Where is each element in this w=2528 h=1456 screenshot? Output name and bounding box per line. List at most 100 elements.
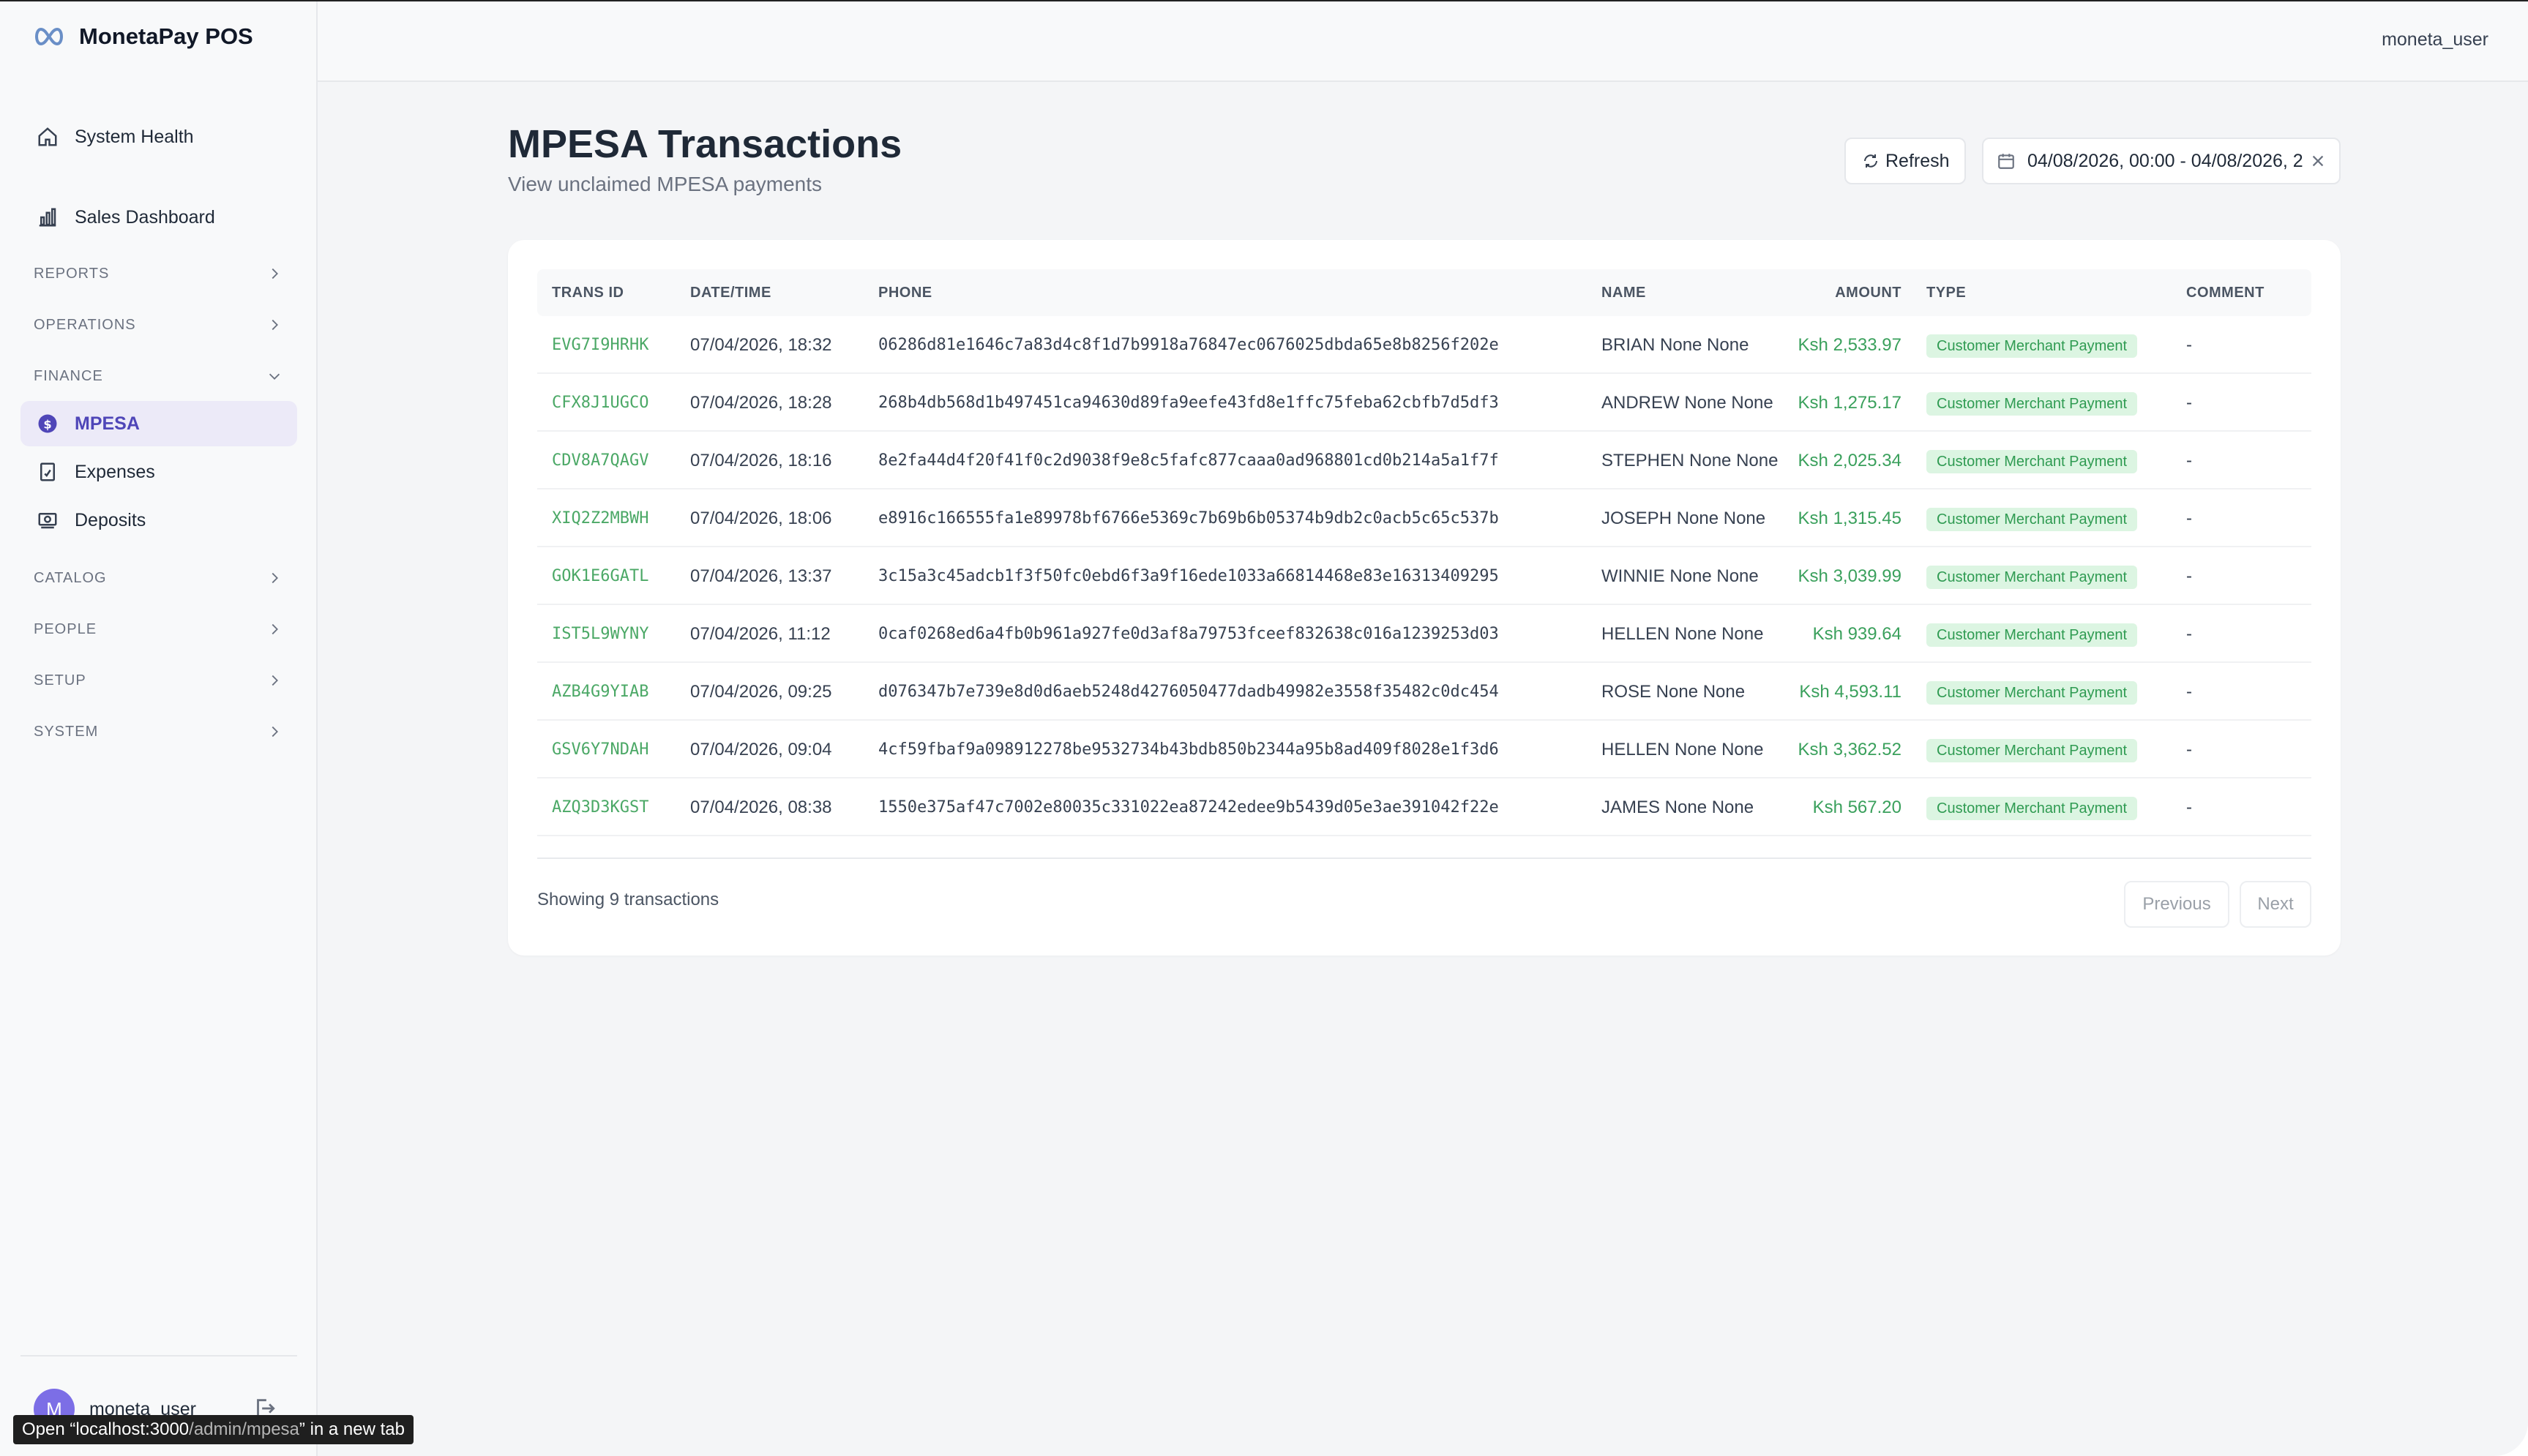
type-cell: Customer Merchant Payment [1926, 316, 2138, 374]
date-range-value: 04/08/2026, 00:00 - 04/08/2026, 23:59 [2027, 150, 2303, 171]
trans-id-cell[interactable]: GOK1E6GATL [552, 547, 648, 605]
sidebar-section-system[interactable]: SYSTEM [34, 717, 283, 746]
status-badge: Customer Merchant Payment [1926, 565, 2138, 589]
datetime-cell: 07/04/2026, 09:04 [690, 740, 832, 759]
table-row[interactable]: CFX8J1UGCO 07/04/2026, 18:28 268b4db568d1b… [537, 374, 2311, 432]
table-row[interactable]: AZB4G9YIAB 07/04/2026, 09:25 d076347b7e739… [537, 663, 2311, 721]
column-header[interactable]: AMOUNT [1828, 269, 1901, 316]
trans-id-cell[interactable]: CDV8A7QAGV [552, 432, 648, 489]
chevron-right-icon [272, 675, 278, 686]
comment-cell: - [2186, 740, 2192, 759]
chevron-right-icon [272, 623, 278, 635]
refresh-button[interactable]: Refresh [1844, 138, 1966, 184]
amount-cell: Ksh 4,593.11 [1799, 682, 1901, 702]
calendar-icon [1998, 154, 2014, 169]
column-header[interactable]: TYPE [1926, 269, 1966, 316]
brand[interactable]: MonetaPay POS [32, 23, 253, 50]
next-page-button[interactable]: Next [2240, 881, 2311, 928]
column-header[interactable]: PHONE [878, 269, 932, 316]
trans-id-cell[interactable]: EVG7I9HRHK [552, 316, 648, 374]
sidebar-item-expenses[interactable]: Expenses [20, 449, 297, 495]
datetime-cell: 07/04/2026, 13:37 [690, 566, 832, 586]
phone-cell: 1550e375af47c7002e80035c331022ea87242ede… [878, 798, 1499, 817]
amount-cell: Ksh 2,025.34 [1798, 451, 1901, 470]
datetime-cell: 07/04/2026, 08:38 [690, 798, 832, 817]
column-header[interactable]: NAME [1601, 269, 1646, 316]
section-label: PEOPLE [34, 620, 97, 637]
chevron-right-icon [272, 726, 278, 738]
comment-cell: - [2186, 451, 2192, 470]
comment-cell: - [2186, 335, 2192, 355]
table-row[interactable]: EVG7I9HRHK 07/04/2026, 18:32 06286d81e1646… [537, 316, 2311, 374]
phone-cell: d076347b7e739e8d0d6aeb5248d4276050477dad… [878, 683, 1499, 701]
status-badge: Customer Merchant Payment [1926, 680, 2138, 705]
sidebar-divider [20, 1355, 297, 1356]
sidebar-section-catalog[interactable]: CATALOG [34, 563, 283, 593]
status-badge: Customer Merchant Payment [1926, 507, 2138, 531]
status-url-path: /admin/mpesa [189, 1419, 299, 1439]
sidebar-section-reports[interactable]: REPORTS [34, 259, 283, 288]
table-row[interactable]: XIQ2Z2MBWH 07/04/2026, 18:06 e8916c166555f… [537, 489, 2311, 547]
infinity-logo-icon [35, 27, 63, 46]
table-row[interactable]: AZQ3D3KGST 07/04/2026, 08:38 1550e375af47c… [537, 778, 2311, 836]
sidebar-item-label: System Health [75, 126, 194, 147]
home-icon [35, 124, 60, 149]
column-header[interactable]: TRANS ID [552, 269, 624, 316]
date-range-picker[interactable]: 04/08/2026, 00:00 - 04/08/2026, 23:59 [1982, 138, 2341, 184]
comment-cell: - [2186, 624, 2192, 644]
type-cell: Customer Merchant Payment [1926, 432, 2138, 489]
name-cell: JOSEPH None None [1601, 509, 1766, 528]
sidebar-section-setup[interactable]: SETUP [34, 666, 283, 695]
trans-id-cell[interactable]: CFX8J1UGCO [552, 374, 648, 432]
section-label: CATALOG [34, 569, 107, 586]
trans-id-cell[interactable]: GSV6Y7NDAH [552, 721, 648, 778]
name-cell: ROSE None None [1601, 682, 1746, 702]
status-badge: Customer Merchant Payment [1926, 796, 2138, 820]
comment-cell: - [2186, 798, 2192, 817]
status-badge: Customer Merchant Payment [1926, 334, 2138, 358]
name-cell: BRIAN None None [1601, 335, 1749, 355]
trans-id-cell[interactable]: AZQ3D3KGST [552, 778, 648, 836]
type-cell: Customer Merchant Payment [1926, 489, 2138, 547]
sidebar-item-mpesa[interactable]: $ MPESA [20, 401, 297, 446]
sidebar-section-people[interactable]: PEOPLE [34, 615, 283, 644]
previous-page-button[interactable]: Previous [2124, 881, 2229, 928]
transactions-card: TRANS ID DATE/TIME PHONE NAME AMOUNT TYP… [508, 240, 2341, 956]
sidebar-section-finance[interactable]: FINANCE [34, 361, 283, 391]
phone-cell: 4cf59fbaf9a098912278be9532734b43bdb850b2… [878, 740, 1499, 759]
receipt-icon [35, 459, 60, 484]
clear-icon[interactable] [2310, 153, 2326, 169]
datetime-cell: 07/04/2026, 18:16 [690, 451, 832, 470]
sidebar-section-operations[interactable]: OPERATIONS [34, 310, 283, 339]
datetime-cell: 07/04/2026, 18:28 [690, 393, 832, 413]
sidebar-item-deposits[interactable]: Deposits [20, 498, 297, 543]
table-row[interactable]: GOK1E6GATL 07/04/2026, 13:37 3c15a3c45adcb… [537, 547, 2311, 605]
name-cell: ANDREW None None [1601, 393, 1773, 413]
table-row[interactable]: CDV8A7QAGV 07/04/2026, 18:16 8e2fa44d4f20f… [537, 432, 2311, 489]
sidebar-item-label: MPESA [75, 413, 140, 434]
trans-id-cell[interactable]: XIQ2Z2MBWH [552, 489, 648, 547]
trans-id-cell[interactable]: IST5L9WYNY [552, 605, 648, 663]
page-title: MPESA Transactions [508, 122, 902, 166]
status-url-host: Open “localhost:3000 [22, 1419, 190, 1439]
sidebar-item-sales-dashboard[interactable]: Sales Dashboard [20, 195, 297, 240]
type-cell: Customer Merchant Payment [1926, 721, 2138, 778]
topbar-user[interactable]: moneta_user [2382, 29, 2488, 50]
status-badge: Customer Merchant Payment [1926, 738, 2138, 762]
table-row[interactable]: GSV6Y7NDAH 07/04/2026, 09:04 4cf59fbaf9a09… [537, 721, 2311, 778]
section-label: REPORTS [34, 265, 110, 282]
trans-id-cell[interactable]: AZB4G9YIAB [552, 663, 648, 721]
table-header: TRANS ID DATE/TIME PHONE NAME AMOUNT TYP… [537, 269, 2311, 316]
status-badge: Customer Merchant Payment [1926, 623, 2138, 647]
datetime-cell: 07/04/2026, 18:32 [690, 335, 832, 355]
section-label: OPERATIONS [34, 316, 136, 333]
column-header[interactable]: COMMENT [2186, 269, 2265, 316]
dollar-circle-icon: $ [35, 411, 60, 436]
phone-cell: 06286d81e1646c7a83d4c8f1d7b9918a76847ec0… [878, 336, 1499, 354]
table-row[interactable]: IST5L9WYNY 07/04/2026, 11:12 0caf0268ed6a4… [537, 605, 2311, 663]
phone-cell: e8916c166555fa1e89978bf6766e5369c7b69b6b… [878, 509, 1499, 528]
sidebar-item-system-health[interactable]: System Health [20, 114, 297, 160]
section-label: FINANCE [34, 367, 103, 384]
column-header[interactable]: DATE/TIME [690, 269, 771, 316]
type-cell: Customer Merchant Payment [1926, 547, 2138, 605]
